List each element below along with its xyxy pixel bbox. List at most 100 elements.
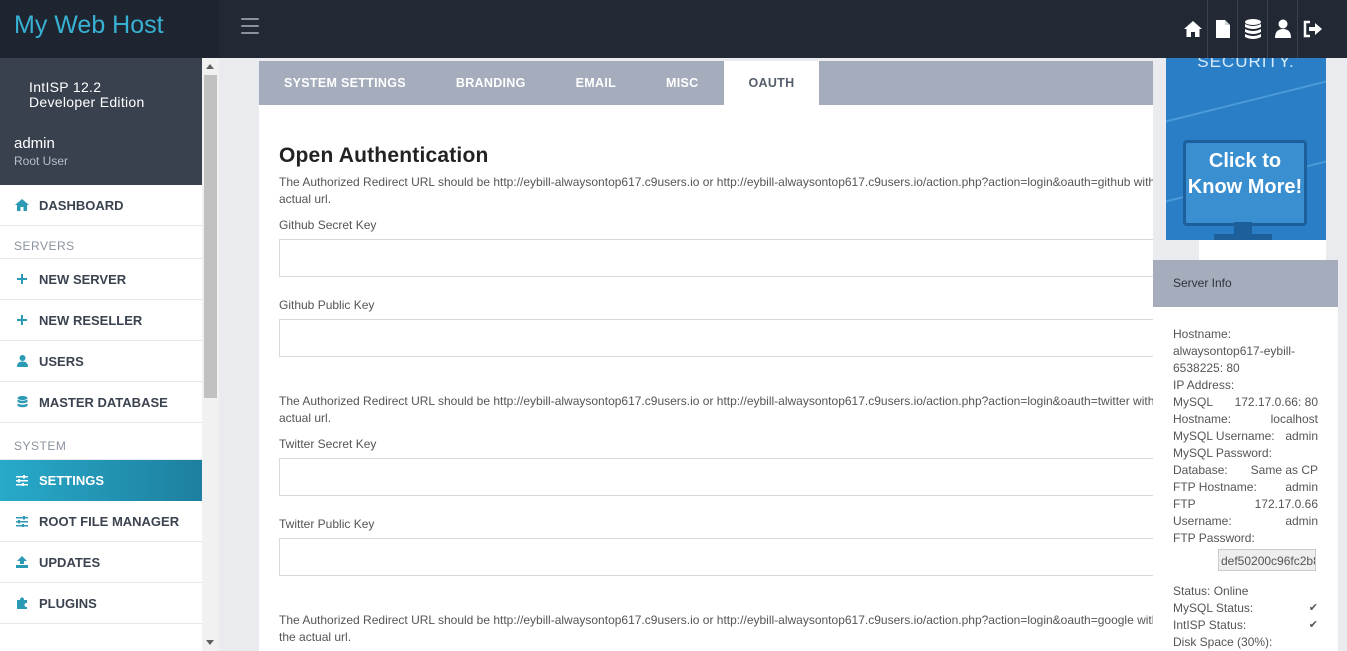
mysql-status-row: MySQL Status: ✔ [1173,600,1318,617]
sliders-icon [15,515,29,527]
sidebar-item-label: UPDATES [39,554,101,570]
settings-tabs: SYSTEM SETTINGS BRANDING EMAIL MISC OAUT… [259,61,1153,105]
sidebar-item-label: USERS [39,353,84,369]
database-icon[interactable] [1237,0,1267,58]
ftp-row: FTP 172.17.0.66 [1173,496,1318,513]
user-icon[interactable] [1267,0,1297,58]
twitter-redirect-text-cont: actual url. [279,411,332,425]
github-secret-input[interactable] [279,239,1153,277]
ftp-hostname-label: FTP Hostname: [1173,480,1257,494]
ftp-username-value: admin [1285,514,1318,528]
sidebar-item-updates[interactable]: UPDATES [0,542,202,583]
ftp-password-field[interactable]: def50200c96fc2b8 [1218,549,1316,571]
mysql-hostname-label: Hostname: [1173,412,1232,426]
sidebar-item-plugins[interactable]: PLUGINS [0,583,202,624]
hostname-value: alwaysontop617-eybill- [1173,344,1296,358]
mysql-label: MySQL [1173,395,1214,409]
file-icon[interactable] [1207,0,1237,58]
ftp-password-label: FTP Password: [1173,531,1255,545]
ip-row: MySQL 172.17.0.66: 80 [1173,394,1318,411]
github-redirect-description: The Authorized Redirect URL should be ht… [279,174,1153,208]
scroll-up-icon[interactable] [206,64,214,69]
sidebar-scrollbar[interactable] [202,58,219,651]
ad-cta-line2: Know More! [1187,176,1303,198]
ad-stripe [1166,71,1326,127]
github-redirect-text-cont: actual url. [279,192,332,206]
ad-cta[interactable]: Click to Know More! [1183,148,1307,200]
sidebar-item-label: PLUGINS [39,595,97,611]
github-secret-label: Github Secret Key [279,218,377,232]
section-header-system: SYSTEM [0,423,202,460]
twitter-public-input[interactable] [279,538,1153,576]
logout-icon[interactable] [1297,0,1327,58]
sidebar-item-dashboard[interactable]: DASHBOARD [0,185,202,226]
check-icon: ✔ [1308,619,1318,631]
server-info-body: Hostname: alwaysontop617-eybill- 6538225… [1173,326,1318,651]
database-label: Database: [1173,463,1228,477]
sidebar-item-root-file-manager[interactable]: ROOT FILE MANAGER [0,501,202,542]
brand-name[interactable]: My Web Host [14,11,164,40]
database-value: Same as CP [1250,463,1318,477]
section-header-servers: SERVERS [0,226,202,259]
ftp-label: FTP [1173,497,1196,511]
tab-oauth[interactable]: OAUTH [723,61,820,105]
user-icon [15,355,29,367]
username: admin [14,135,55,152]
sidebar-item-users[interactable]: USERS [0,341,202,382]
puzzle-icon [15,597,29,609]
sidebar-item-label: MASTER DATABASE [39,394,168,410]
menu-toggle-icon[interactable] [241,18,259,34]
page-title: Open Authentication [279,144,489,167]
twitter-secret-input[interactable] [279,458,1153,496]
hostname-label: Hostname: [1173,327,1232,341]
brand[interactable]: My Web Host [0,0,219,58]
mysql-password-label: MySQL Password: [1173,446,1272,460]
mysql-username-value: admin [1285,429,1318,443]
google-redirect-text: The Authorized Redirect URL should be ht… [279,613,1153,627]
github-public-input[interactable] [279,319,1153,357]
intisp-status-row: IntISP Status: ✔ [1173,617,1318,634]
plus-icon [15,315,29,325]
sidebar-item-label: NEW SERVER [39,271,127,287]
twitter-secret-label: Twitter Secret Key [279,437,377,451]
disk-space-label: Disk Space (30%): [1173,635,1273,649]
ftp-username-row: Username: admin [1173,513,1318,530]
github-public-label: Github Public Key [279,298,375,312]
tab-misc[interactable]: MISC [641,61,723,105]
ip-value: 172.17.0.66: 80 [1234,395,1318,409]
oauth-panel: Open Authentication The Authorized Redir… [259,105,1153,651]
upload-icon [15,556,29,568]
tab-branding[interactable]: BRANDING [431,61,551,105]
ad-spacer [1199,240,1326,260]
twitter-redirect-description: The Authorized Redirect URL should be ht… [279,393,1153,427]
ftp-hostname-row: FTP Hostname: admin [1173,479,1318,496]
top-bar: My Web Host [0,0,1347,58]
security-ad-banner[interactable]: SECURITY. Click to Know More! [1166,58,1326,240]
sidebar-item-label: SETTINGS [39,473,105,488]
scroll-down-icon[interactable] [206,640,214,645]
ftp-hostname-value: admin [1285,480,1318,494]
top-nav-icons [1178,0,1327,58]
product-edition-name: Developer Edition [29,94,145,110]
sliders-icon [15,475,29,486]
tab-system-settings[interactable]: SYSTEM SETTINGS [259,61,431,105]
sidebar-item-label: NEW RESELLER [39,312,143,328]
sidebar-item-settings[interactable]: SETTINGS [0,460,202,501]
sidebar-item-label: DASHBOARD [39,197,124,213]
home-icon [15,199,29,211]
sidebar-item-master-database[interactable]: MASTER DATABASE [0,382,202,423]
scrollbar-thumb[interactable] [204,75,217,398]
sidebar-item-new-reseller[interactable]: NEW RESELLER [0,300,202,341]
mysql-username-label: MySQL Username: [1173,429,1275,443]
google-redirect-text-cont: the actual url. [279,630,352,644]
ad-headline: SECURITY. [1197,58,1295,71]
ftp-value: 172.17.0.66 [1254,497,1318,511]
plus-icon [15,274,29,284]
database-icon [15,395,29,409]
intisp-status-label: IntISP Status: [1173,618,1247,632]
mysql-hostname-row: Hostname: localhost [1173,411,1318,428]
home-icon[interactable] [1178,0,1207,58]
sidebar-item-new-server[interactable]: NEW SERVER [0,259,202,300]
tab-email[interactable]: EMAIL [551,61,641,105]
